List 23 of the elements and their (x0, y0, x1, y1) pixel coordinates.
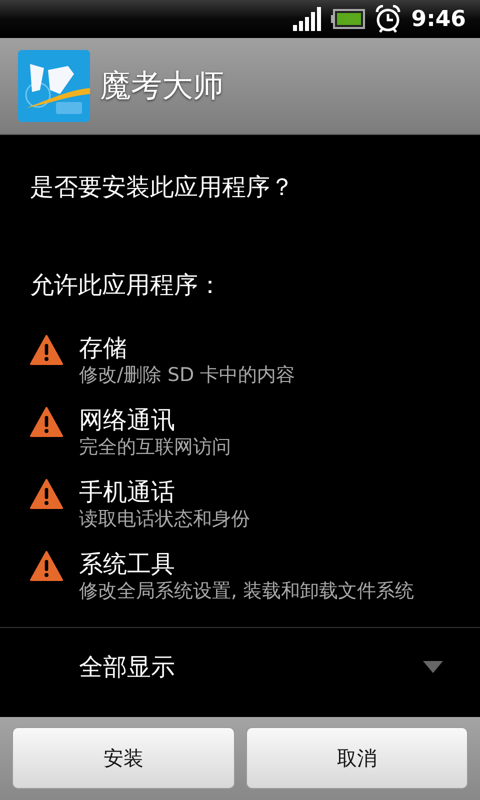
app-title: 魔考大师 (100, 67, 224, 106)
signal-icon (293, 7, 322, 31)
permission-title: 手机通话 (79, 477, 176, 507)
permission-detail: 读取电话状态和身份 (79, 507, 250, 531)
clock-time: 9:46 (411, 6, 466, 32)
permission-detail: 修改全局系统设置, 装载和卸载文件系统 (79, 579, 414, 603)
install-question: 是否要安装此应用程序？ (30, 173, 294, 201)
install-button[interactable]: 安装 (12, 727, 234, 789)
cancel-button[interactable]: 取消 (246, 727, 468, 789)
alarm-clock-icon (375, 5, 402, 33)
permissions-heading: 允许此应用程序： (30, 271, 222, 299)
warning-icon (30, 551, 63, 581)
warning-icon (30, 407, 63, 437)
permission-detail: 修改/删除 SD 卡中的内容 (79, 363, 296, 387)
app-icon (18, 50, 90, 122)
permission-detail: 完全的互联网访问 (79, 435, 231, 459)
battery-icon (331, 9, 366, 29)
permission-title: 网络通讯 (79, 405, 176, 435)
permission-title: 存储 (79, 333, 128, 363)
warning-icon (30, 335, 63, 365)
warning-icon (30, 479, 63, 509)
show-all-row[interactable]: 全部显示 (0, 628, 480, 678)
permission-title: 系统工具 (79, 549, 176, 579)
